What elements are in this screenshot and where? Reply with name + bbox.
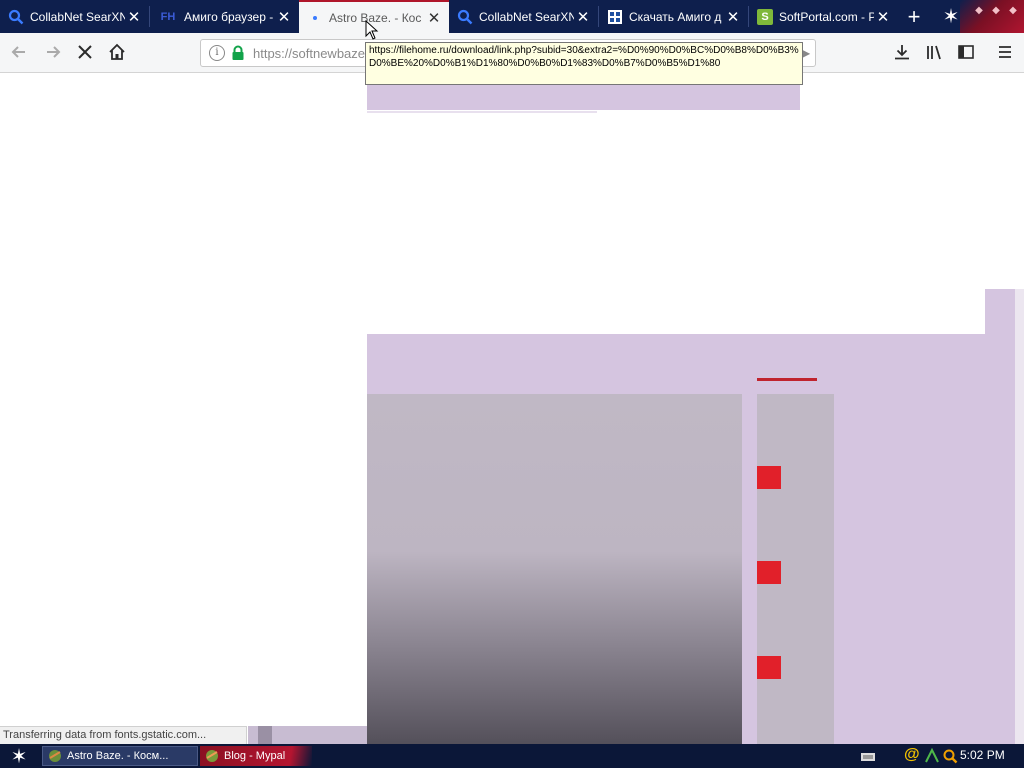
close-window-icon[interactable]: ◆ (1006, 4, 1020, 18)
sidebar-button[interactable] (953, 39, 979, 65)
tab-bar: CollabNet SearXNG ✕ FH Амиго браузер - с… (0, 0, 1024, 33)
browser-icon (47, 748, 63, 764)
social-button-3[interactable] (757, 656, 781, 679)
mypal-icon (204, 748, 220, 764)
taskbar-item-browser[interactable]: Astro Baze. - Косм... (42, 746, 198, 766)
forward-arrow-icon (47, 46, 61, 58)
tab-download-amigo[interactable]: Скачать Амиго д ✕ (599, 0, 748, 33)
window-controls: ◆ ◆ ◆ (960, 0, 1024, 33)
keyboard-icon[interactable] (860, 750, 876, 762)
back-arrow-icon (11, 46, 25, 58)
close-icon[interactable]: ✕ (724, 8, 742, 26)
softportal-grid-icon (607, 9, 623, 25)
loading-dot-icon (307, 10, 323, 26)
network-icon[interactable] (924, 747, 940, 764)
home-button[interactable] (104, 39, 130, 65)
close-icon[interactable]: ✕ (574, 8, 592, 26)
url-text[interactable]: https://softnewbaze (253, 46, 365, 61)
minimize-icon[interactable]: ◆ (972, 4, 986, 18)
stop-x-icon (78, 45, 92, 59)
library-icon (927, 45, 941, 60)
start-star-icon[interactable]: ✶ (4, 744, 34, 768)
hamburger-icon (999, 46, 1011, 58)
close-icon[interactable]: ✕ (874, 8, 892, 26)
close-icon[interactable]: ✕ (425, 9, 443, 27)
s-logo-icon: S (757, 8, 773, 25)
search-icon (8, 9, 24, 25)
tab-label: Амиго браузер - с (184, 9, 275, 24)
sidebar-icon (958, 45, 974, 59)
new-tab-button[interactable]: + (898, 0, 930, 33)
stop-button[interactable] (72, 39, 98, 65)
back-button[interactable] (6, 39, 32, 65)
downloads-button[interactable] (889, 39, 915, 65)
star-icon[interactable]: ✶ (936, 0, 966, 33)
tab-collabnet-searxng-1[interactable]: CollabNet SearXNG ✕ (0, 0, 149, 33)
at-sign-icon[interactable]: @ (904, 746, 920, 764)
clock[interactable]: 5:02 PM (960, 748, 1005, 762)
taskbar-item-label: Astro Baze. - Косм... (67, 750, 169, 762)
library-button[interactable] (921, 39, 947, 65)
forward-button[interactable] (40, 39, 66, 65)
search-icon[interactable] (942, 748, 958, 764)
divider (367, 111, 597, 113)
close-icon[interactable]: ✕ (275, 8, 293, 26)
taskbar-item-label: Blog - Mypal (224, 750, 286, 762)
header-banner-block (367, 85, 800, 110)
taskbar-item-mypal[interactable]: Blog - Mypal (200, 746, 312, 766)
side-block (985, 289, 1015, 335)
taskbar: ✶ Astro Baze. - Косм... Blog - Mypal @ 5… (0, 744, 1024, 768)
social-button-2[interactable] (757, 561, 781, 584)
tab-label: Скачать Амиго д (629, 9, 722, 24)
footer-strip-accent (258, 726, 272, 744)
tab-label: CollabNet SearXNG (479, 9, 574, 24)
download-icon (895, 45, 909, 60)
lock-icon[interactable] (231, 45, 245, 61)
info-icon[interactable]: i (209, 45, 225, 61)
mouse-cursor-icon (365, 19, 379, 45)
tab-softportal[interactable]: S SoftPortal.com - Р ✕ (749, 0, 898, 33)
tab-amigo-browser[interactable]: FH Амиго браузер - с ✕ (150, 0, 299, 33)
menu-button[interactable] (992, 39, 1018, 65)
maximize-icon[interactable]: ◆ (989, 4, 1003, 18)
scrollbar-track[interactable] (1015, 289, 1024, 744)
search-icon (457, 9, 473, 25)
social-button-1[interactable] (757, 466, 781, 489)
hero-image-placeholder (367, 394, 742, 744)
status-bar: Transferring data from fonts.gstatic.com… (0, 726, 247, 744)
accent-underline (757, 378, 817, 381)
tab-collabnet-searxng-2[interactable]: CollabNet SearXNG ✕ (449, 0, 598, 33)
fh-icon: FH (160, 10, 176, 23)
link-tooltip: https://filehome.ru/download/link.php?su… (365, 42, 803, 85)
close-icon[interactable]: ✕ (125, 8, 143, 26)
home-icon (109, 43, 125, 60)
tab-label: CollabNet SearXNG (30, 9, 125, 24)
tab-label: SoftPortal.com - Р (779, 9, 874, 24)
